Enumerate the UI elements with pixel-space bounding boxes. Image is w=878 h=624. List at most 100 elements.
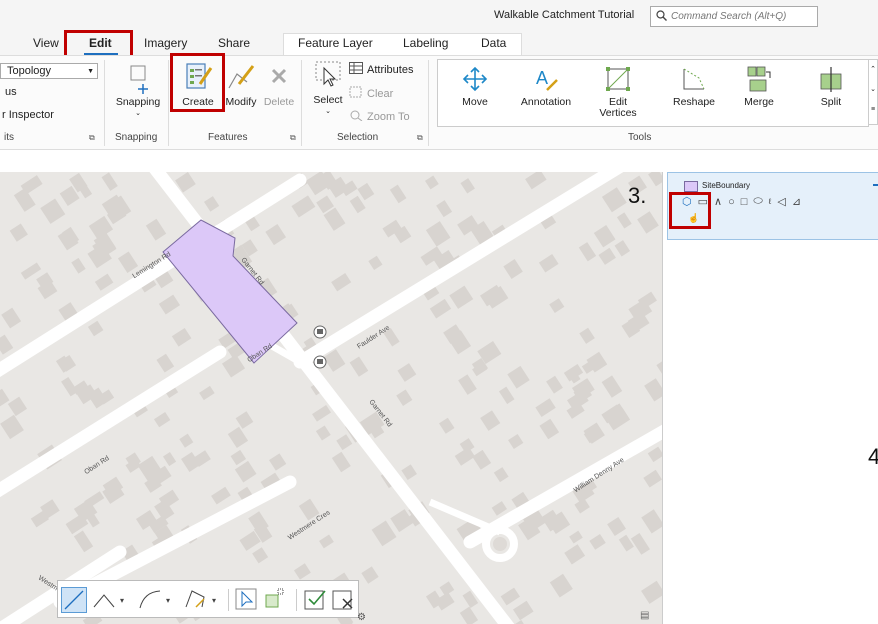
finish-sketch-button[interactable]: [303, 587, 329, 613]
group-label-selection: Selection: [337, 132, 379, 143]
zoom-to-icon: [349, 109, 363, 124]
arc-tool-button[interactable]: ▾: [136, 587, 176, 613]
building-footprint: [336, 434, 353, 451]
dialog-launcher-icon[interactable]: ⧉: [89, 133, 95, 143]
separator: [301, 60, 302, 146]
split-label: Split: [820, 96, 842, 108]
attributes-label: Attributes: [367, 63, 414, 76]
building-footprint: [618, 534, 634, 552]
building-footprint: [199, 385, 215, 401]
search-placeholder: Command Search (Alt+Q): [671, 11, 787, 22]
attribute-inspector-item[interactable]: r Inspector: [2, 109, 54, 121]
building-footprint: [601, 187, 627, 213]
map-view[interactable]: Lemington Rd Garnet Rd Oban Rd Faulder A…: [0, 172, 662, 624]
gear-icon[interactable]: ⚙: [357, 612, 366, 623]
select-tool-button[interactable]: [234, 587, 260, 613]
ribbon-body: Topology ▼ us r Inspector its ⧉ Snapping…: [0, 53, 878, 150]
merge-label: Merge: [744, 96, 774, 108]
square-tool-icon[interactable]: □: [741, 196, 748, 208]
building-footprint: [20, 262, 42, 280]
map-attribution-icon[interactable]: ▤: [640, 610, 649, 621]
building-footprint: [13, 188, 36, 212]
edit-vertices-label: Edit Vertices: [599, 96, 637, 119]
separator: [168, 60, 169, 146]
building-footprint: [162, 452, 177, 467]
building-footprint: [1, 307, 22, 329]
select-button[interactable]: Select ⌄: [309, 58, 347, 117]
building-footprint: [371, 520, 397, 547]
zoom-to-button[interactable]: Zoom To: [349, 109, 410, 124]
modify-button[interactable]: Modify: [222, 60, 260, 108]
edit-vertices-icon: [606, 67, 630, 91]
cancel-sketch-button[interactable]: [331, 587, 357, 613]
clear-button[interactable]: Clear: [349, 86, 393, 101]
building-footprint: [439, 417, 455, 434]
snapping-icon: [130, 65, 148, 94]
topology-dropdown[interactable]: Topology ▼: [0, 63, 98, 79]
merge-tool[interactable]: Merge: [734, 64, 784, 108]
tab-share[interactable]: Share: [218, 36, 250, 50]
vertex-select-button[interactable]: [262, 587, 288, 613]
building-footprint: [538, 254, 559, 273]
snapping-button[interactable]: Snapping ⌄: [112, 62, 164, 119]
building-footprint: [269, 453, 287, 471]
building-footprint: [203, 196, 220, 212]
tab-imagery[interactable]: Imagery: [144, 36, 187, 50]
basemap: [0, 172, 662, 624]
layer-name: SiteBoundary: [702, 181, 751, 190]
dialog-launcher-icon[interactable]: ⧉: [290, 133, 296, 143]
angle-tool-icon[interactable]: ∧: [714, 195, 722, 208]
building-footprint: [357, 182, 375, 201]
building-footprint: [535, 398, 556, 417]
select-icon: [315, 61, 341, 87]
move-tool[interactable]: Move: [450, 64, 500, 108]
building-footprint: [349, 356, 369, 377]
command-search-input[interactable]: Command Search (Alt+Q): [650, 6, 818, 27]
freehand-tool-icon[interactable]: ℓ: [769, 197, 772, 206]
reshape-tool[interactable]: Reshape: [666, 64, 722, 108]
tab-feature-layer[interactable]: Feature Layer: [298, 36, 373, 50]
delete-button[interactable]: Delete: [261, 60, 297, 108]
tab-labeling[interactable]: Labeling: [403, 36, 448, 50]
editing-toolbar: ▾ ▾ ▾: [57, 580, 359, 618]
building-footprint: [9, 223, 28, 242]
ellipse-tool-icon[interactable]: ⬭: [753, 195, 762, 208]
split-icon: [820, 67, 842, 92]
trace-tool-button[interactable]: ▾: [182, 587, 222, 613]
separator: [428, 60, 429, 146]
building-footprint: [0, 414, 24, 440]
building-footprint: [153, 412, 171, 428]
gallery-scroll[interactable]: ⌃ ⌄ ≡: [868, 59, 878, 125]
line-tool-button[interactable]: [61, 587, 87, 613]
polyline-tool-button[interactable]: ▾: [90, 587, 130, 613]
separator: [296, 589, 297, 611]
snapping-label: Snapping: [115, 96, 161, 108]
building-footprint: [513, 600, 534, 621]
building-footprint: [315, 425, 331, 441]
building-footprint: [436, 200, 453, 218]
pane-edge-marker: [873, 184, 878, 186]
annotation-tool[interactable]: A Annotation: [514, 64, 578, 108]
building-footprint: [569, 530, 583, 544]
building-footprint: [179, 433, 194, 448]
building-footprint: [458, 374, 477, 395]
modify-label: Modify: [225, 96, 257, 108]
building-footprint: [498, 386, 515, 405]
circle-tool-icon[interactable]: ○: [728, 196, 735, 208]
edit-vertices-tool[interactable]: Edit Vertices: [593, 64, 643, 119]
tools-gallery: Move A Annotation Edit Vertices Reshape …: [437, 59, 869, 127]
autocomplete-tool-icon[interactable]: ◁: [777, 195, 785, 208]
tab-data[interactable]: Data: [481, 36, 506, 50]
split-tool[interactable]: Split: [806, 64, 856, 108]
attributes-button[interactable]: Attributes: [349, 62, 413, 77]
trace-polygon-tool-icon[interactable]: ⊿: [792, 195, 801, 208]
chevron-down-icon: ▼: [87, 67, 94, 75]
left-row-2[interactable]: us: [5, 86, 17, 98]
group-label-features: Features: [208, 132, 248, 143]
tab-view[interactable]: View: [33, 36, 59, 50]
cursor-icon: [235, 588, 257, 610]
dialog-launcher-icon[interactable]: ⧉: [417, 133, 423, 143]
building-footprint: [607, 516, 626, 537]
building-footprint: [171, 327, 192, 347]
building-footprint: [641, 580, 662, 604]
